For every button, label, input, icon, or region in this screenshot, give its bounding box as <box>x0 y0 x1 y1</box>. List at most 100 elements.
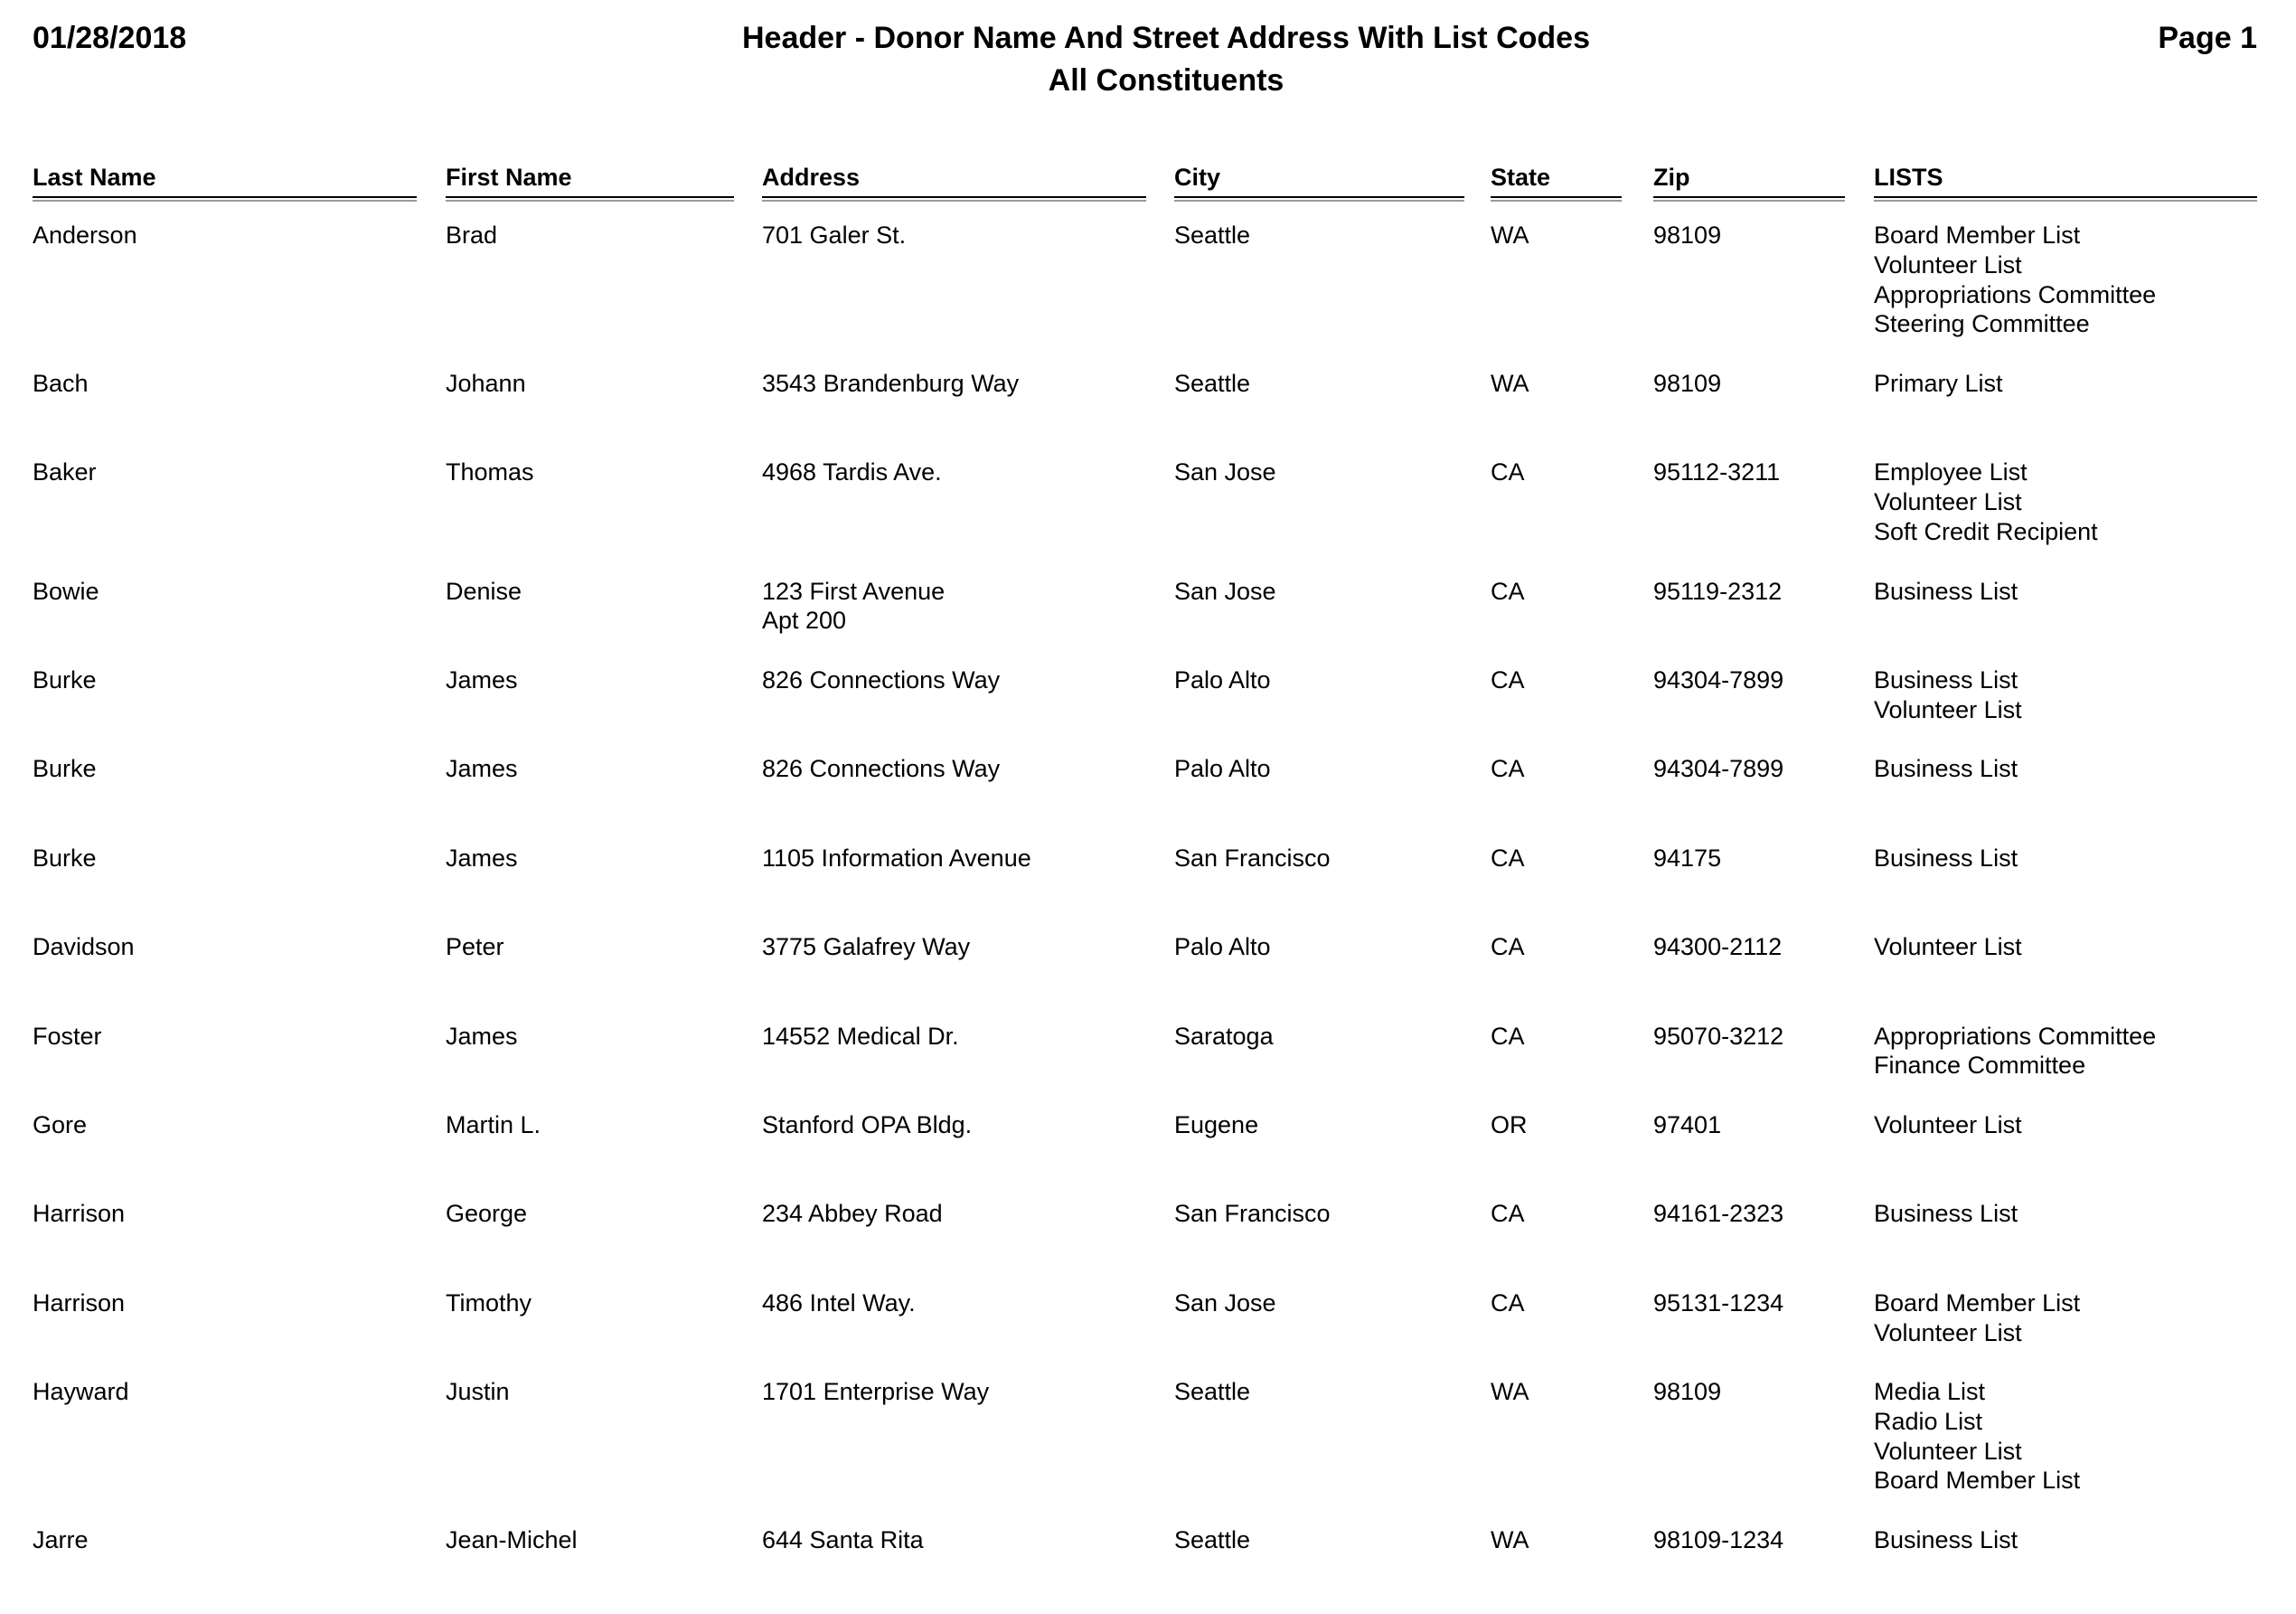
cell-city: Seattle <box>1174 1378 1251 1406</box>
cell-lists: Media List Radio List Volunteer List Board … <box>1874 1377 2080 1496</box>
header-rule <box>1653 196 1845 198</box>
header-rule <box>1174 196 1464 198</box>
list-code: Radio List <box>1874 1407 1983 1435</box>
cell-last-name: Burke <box>33 665 97 694</box>
cell-zip: 98109 <box>1653 222 1722 249</box>
cell-lists: Business List <box>1874 754 2018 784</box>
column-header-label: First Name <box>446 164 572 191</box>
cell-first-name: James <box>446 755 518 783</box>
cell-address: 4968 Tardis Ave. <box>762 458 942 487</box>
list-code: Volunteer List <box>1874 1437 2022 1465</box>
cell-city: Seattle <box>1174 222 1251 249</box>
address-line: 826 Connections Way <box>762 665 1001 694</box>
cell-address: 826 Connections Way <box>762 665 1000 695</box>
address-line: 826 Connections Way <box>762 755 1001 783</box>
cell-state: CA <box>1491 665 1525 694</box>
list-code: Appropriations Committee <box>1874 1022 2157 1050</box>
list-code: Appropriations Committee <box>1874 280 2157 308</box>
cell-last-name: Gore <box>33 1110 88 1138</box>
cell-last-name: Harrison <box>33 1288 126 1317</box>
column-header-label: State <box>1491 164 1551 191</box>
cell-first-name: James <box>446 844 518 872</box>
cell-lists: Business List <box>1874 1199 2018 1229</box>
cell-first-name: Justin <box>446 1378 510 1406</box>
cell-address: 1105 Information Avenue <box>762 844 1031 873</box>
table-row: Gore Martin L. Stanford OPA Bldg. Eugene OR 9… <box>0 1110 2296 1199</box>
page-number: Page 1 <box>2158 21 2257 55</box>
column-header-label: Zip <box>1653 164 1690 191</box>
cell-lists: Volunteer List <box>1874 1110 2022 1140</box>
cell-address: 486 Intel Way. <box>762 1288 916 1318</box>
header-rule <box>1874 196 2257 198</box>
column-header-last-name: Last Name <box>33 163 417 203</box>
column-header-label: City <box>1174 164 1221 191</box>
column-header-label: LISTS <box>1874 164 1943 191</box>
cell-zip: 98109-1234 <box>1653 1526 1784 1554</box>
cell-zip: 95131-1234 <box>1653 1288 1784 1317</box>
cell-lists: Business List <box>1874 577 2018 607</box>
list-code: Volunteer List <box>1874 250 2022 278</box>
address-line: 486 Intel Way. <box>762 1288 916 1317</box>
cell-zip: 94304-7899 <box>1653 665 1784 694</box>
cell-last-name: Bowie <box>33 577 99 605</box>
column-header-label: Last Name <box>33 164 156 191</box>
cell-last-name: Foster <box>33 1022 102 1050</box>
cell-lists: Appropriations Committee Finance Committe… <box>1874 1022 2156 1081</box>
cell-state: WA <box>1491 370 1529 397</box>
column-header-lists: LISTS <box>1874 163 2257 203</box>
list-code: Volunteer List <box>1874 488 2022 516</box>
address-line: Stanford OPA Bldg. <box>762 1110 973 1138</box>
cell-city: Seattle <box>1174 1526 1251 1554</box>
cell-zip: 95112-3211 <box>1653 458 1781 486</box>
cell-address: 14552 Medical Dr. <box>762 1022 959 1052</box>
cell-zip: 97401 <box>1653 1110 1722 1138</box>
table-row: Baker Thomas 4968 Tardis Ave. San Jose CA 951… <box>0 458 2296 576</box>
cell-address: 123 First Avenue Apt 200 <box>762 577 945 637</box>
cell-state: OR <box>1491 1110 1528 1138</box>
cell-state: CA <box>1491 1022 1525 1050</box>
address-line: 3543 Brandenburg Way <box>762 370 1020 397</box>
header-rule-shadow <box>1653 200 1845 202</box>
cell-city: San Jose <box>1174 458 1276 486</box>
address-line: 1701 Enterprise Way <box>762 1378 990 1406</box>
address-line: 644 Santa Rita <box>762 1526 924 1554</box>
list-code: Business List <box>1874 844 2018 872</box>
address-line: 14552 Medical Dr. <box>762 1022 959 1050</box>
header-rule-shadow <box>1491 200 1622 202</box>
cell-city: San Francisco <box>1174 1200 1331 1228</box>
header-rule <box>33 196 417 198</box>
table-row: Foster James 14552 Medical Dr. Saratoga CA 95… <box>0 1022 2296 1110</box>
list-code: Primary List <box>1874 370 2003 397</box>
column-header-city: City <box>1174 163 1464 203</box>
table-row: Hayward Justin 1701 Enterprise Way Seattle W… <box>0 1377 2296 1525</box>
table-row: Anderson Brad 701 Galer St. Seattle WA 98109 B… <box>0 221 2296 369</box>
cell-state: CA <box>1491 933 1525 961</box>
header-rule <box>446 196 734 198</box>
cell-address: 3543 Brandenburg Way <box>762 369 1019 399</box>
table-row: Burke James 826 Connections Way Palo Alto CA… <box>0 665 2296 754</box>
column-header-first-name: First Name <box>446 163 734 203</box>
cell-lists: Business List <box>1874 1525 2018 1555</box>
list-code: Business List <box>1874 665 2018 694</box>
cell-address: 234 Abbey Road <box>762 1199 943 1229</box>
cell-state: WA <box>1491 1378 1529 1406</box>
cell-first-name: James <box>446 1022 518 1050</box>
cell-lists: Board Member List Volunteer List <box>1874 1288 2080 1348</box>
cell-city: Palo Alto <box>1174 755 1271 783</box>
address-line: 701 Galer St. <box>762 222 907 249</box>
address-line: 234 Abbey Road <box>762 1200 943 1228</box>
header-rule <box>1491 196 1622 198</box>
header-rule-shadow <box>33 200 417 202</box>
cell-city: San Jose <box>1174 577 1276 605</box>
cell-state: CA <box>1491 844 1525 872</box>
list-code: Business List <box>1874 1526 2018 1554</box>
cell-city: Palo Alto <box>1174 933 1271 961</box>
list-code: Employee List <box>1874 458 2028 486</box>
list-code: Board Member List <box>1874 222 2081 249</box>
cell-city: San Francisco <box>1174 844 1331 872</box>
list-code: Steering Committee <box>1874 310 2090 338</box>
cell-state: CA <box>1491 1200 1525 1228</box>
cell-lists: Volunteer List <box>1874 932 2022 962</box>
cell-state: WA <box>1491 1526 1529 1554</box>
cell-lists: Employee List Volunteer List Soft Credit R… <box>1874 458 2098 546</box>
